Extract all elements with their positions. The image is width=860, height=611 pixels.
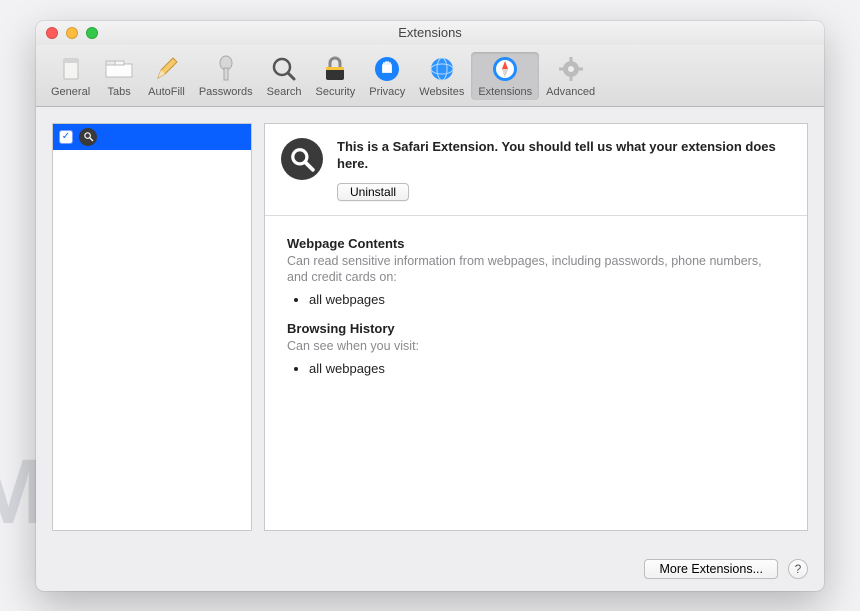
browsing-history-heading: Browsing History: [287, 321, 785, 336]
preferences-toolbar: General Tabs AutoFill Passwords Search: [36, 45, 824, 107]
window-title: Extensions: [36, 25, 824, 40]
permissions-section: Webpage Contents Can read sensitive info…: [265, 216, 807, 411]
tabs-icon: [104, 54, 134, 84]
tab-label: General: [51, 86, 90, 98]
tab-extensions[interactable]: Extensions: [471, 52, 539, 100]
tab-advanced[interactable]: Advanced: [539, 52, 602, 100]
globe-icon: [427, 54, 457, 84]
pencil-icon: [151, 54, 181, 84]
tab-autofill[interactable]: AutoFill: [141, 52, 192, 100]
tab-label: Tabs: [108, 86, 131, 98]
uninstall-button[interactable]: Uninstall: [337, 183, 409, 201]
tab-label: Passwords: [199, 86, 253, 98]
preferences-window: Extensions General Tabs AutoFill Passw: [36, 21, 824, 591]
extension-details-panel: This is a Safari Extension. You should t…: [264, 123, 808, 531]
tab-general[interactable]: General: [44, 52, 97, 100]
history-permission-item: all webpages: [309, 361, 785, 376]
tab-privacy[interactable]: Privacy: [362, 52, 412, 100]
tab-websites[interactable]: Websites: [412, 52, 471, 100]
content-area: ✓ This is a Safari Extension. You should…: [36, 107, 824, 547]
webpage-contents-heading: Webpage Contents: [287, 236, 785, 251]
tab-tabs[interactable]: Tabs: [97, 52, 141, 100]
tab-label: Privacy: [369, 86, 405, 98]
general-icon: [56, 54, 86, 84]
tab-label: Security: [315, 86, 355, 98]
tab-label: Extensions: [478, 86, 532, 98]
tab-passwords[interactable]: Passwords: [192, 52, 260, 100]
extension-icon: [281, 138, 323, 180]
tab-search[interactable]: Search: [260, 52, 309, 100]
tab-label: AutoFill: [148, 86, 185, 98]
webpage-contents-desc: Can read sensitive information from webp…: [287, 253, 785, 287]
compass-icon: [490, 54, 520, 84]
help-button[interactable]: ?: [788, 559, 808, 579]
gear-icon: [556, 54, 586, 84]
tab-label: Advanced: [546, 86, 595, 98]
extension-description: This is a Safari Extension. You should t…: [337, 138, 791, 173]
more-extensions-button[interactable]: More Extensions...: [644, 559, 778, 579]
titlebar: Extensions: [36, 21, 824, 45]
extension-header: This is a Safari Extension. You should t…: [265, 124, 807, 216]
extension-enabled-checkbox[interactable]: ✓: [59, 130, 73, 144]
tab-security[interactable]: Security: [308, 52, 362, 100]
browsing-history-desc: Can see when you visit:: [287, 338, 785, 355]
extension-item-icon: [79, 128, 97, 146]
search-icon: [269, 54, 299, 84]
key-icon: [211, 54, 241, 84]
tab-label: Search: [267, 86, 302, 98]
extensions-sidebar: ✓: [52, 123, 252, 531]
tab-label: Websites: [419, 86, 464, 98]
hand-icon: [372, 54, 402, 84]
lock-icon: [320, 54, 350, 84]
webpage-permission-item: all webpages: [309, 292, 785, 307]
footer: More Extensions... ?: [36, 547, 824, 591]
sidebar-extension-item[interactable]: ✓: [53, 124, 251, 150]
